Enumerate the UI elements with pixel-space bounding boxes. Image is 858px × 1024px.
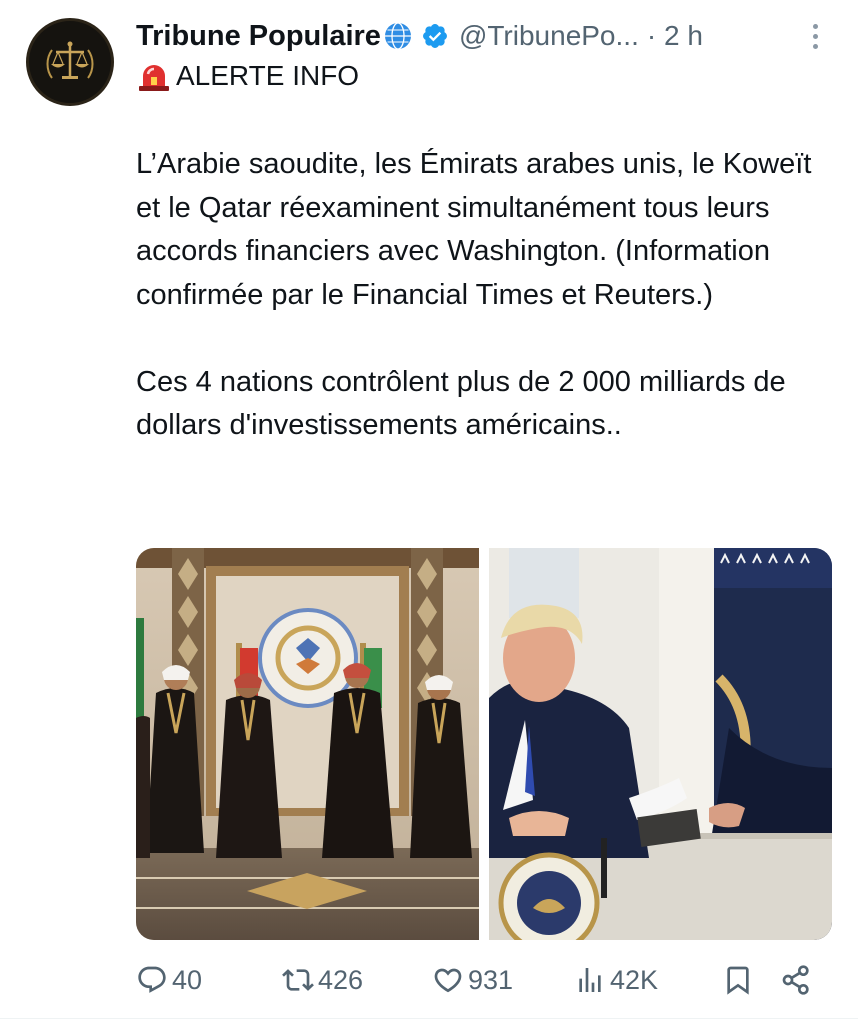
author-name[interactable]: Tribune Populaire [136, 20, 381, 53]
like-count: 931 [468, 964, 514, 995]
post-time[interactable]: · 2 h [647, 20, 703, 52]
views-count: 42K [610, 964, 659, 995]
alert-text: ALERTE INFO [176, 60, 360, 91]
repost-button[interactable]: 426 [282, 958, 363, 1002]
action-bar: 40 426 931 42K [136, 958, 836, 1002]
media-image-gulf-leaders[interactable] [136, 548, 479, 940]
views-icon [579, 968, 601, 992]
like-button[interactable]: 931 [432, 958, 513, 1002]
verified-badge-icon [421, 22, 449, 50]
views-button[interactable]: 42K [574, 958, 658, 1002]
siren-emoji-icon [136, 60, 172, 92]
scales-of-justice-icon [46, 41, 94, 79]
tweet-paragraph: L’Arabie saoudite, les Émirats arabes un… [136, 148, 812, 311]
bookmark-button[interactable] [722, 958, 754, 1002]
share-icon [782, 965, 809, 995]
tweet-paragraph: Ces 4 nations contrôlent plus de 2 000 m… [136, 365, 786, 442]
reply-button[interactable]: 40 [136, 958, 202, 1002]
media-grid [136, 548, 832, 940]
reply-count: 40 [172, 964, 203, 995]
reply-icon [138, 966, 166, 993]
repost-icon [282, 969, 314, 991]
avatar[interactable] [26, 18, 114, 106]
more-options-icon[interactable] [809, 20, 822, 53]
share-button[interactable] [780, 958, 812, 1002]
alert-line: ALERTE INFO [136, 60, 359, 92]
media-image-president-signing[interactable] [489, 548, 832, 940]
author-handle[interactable]: @TribunePo... [459, 20, 639, 52]
divider [0, 1018, 858, 1019]
heart-icon [434, 968, 462, 993]
tweet-header: Tribune Populaire @TribunePo... · 2 h [136, 16, 836, 56]
bookmark-icon [727, 966, 749, 995]
tweet-body: L’Arabie saoudite, les Émirats arabes un… [136, 143, 836, 448]
globe-emoji-icon [383, 21, 413, 51]
repost-count: 426 [318, 964, 364, 995]
